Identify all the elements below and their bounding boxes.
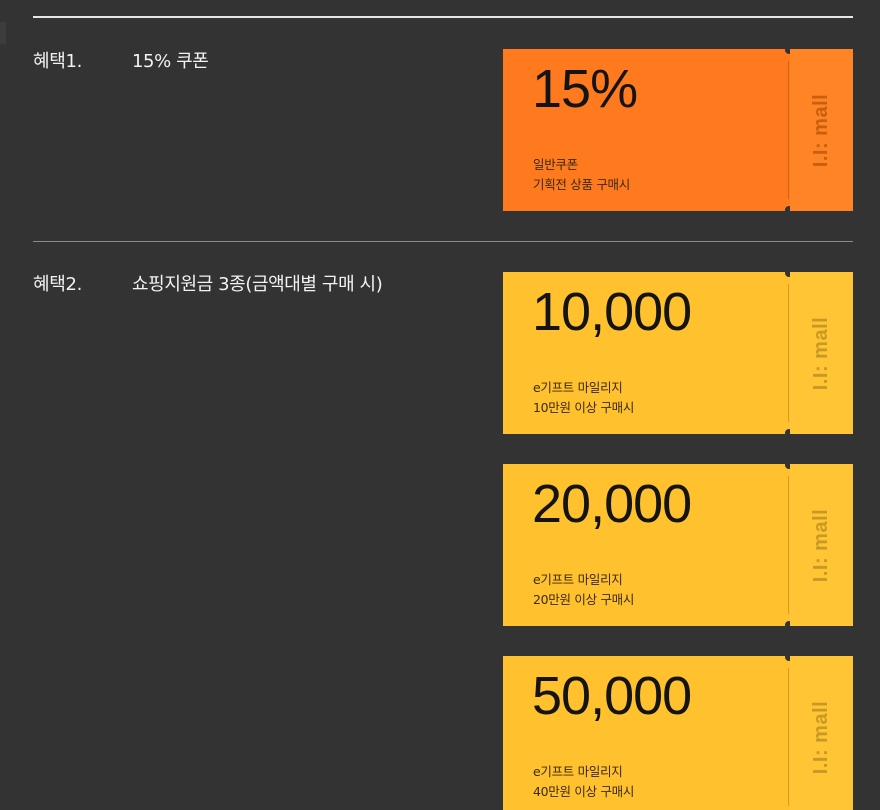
coupon-amount: 50,000 bbox=[532, 666, 692, 726]
coupon-15-percent[interactable]: 15% 일반쿠폰 기획전 상품 구매시 I.I: mall bbox=[503, 49, 853, 211]
coupon-description: e기프트 마일리지 10만원 이상 구매시 bbox=[533, 378, 634, 418]
section-divider bbox=[33, 241, 853, 242]
brand-logo: I.I: mall bbox=[810, 93, 833, 167]
brand-logo: I.I: mall bbox=[810, 700, 833, 774]
benefit-1-number: 혜택1. bbox=[33, 51, 83, 72]
benefit-2-number: 혜택2. bbox=[33, 274, 83, 295]
edge-marker bbox=[0, 22, 6, 44]
benefits-page: 혜택1. 15% 쿠폰 15% 일반쿠폰 기획전 상품 구매시 I.I: mal… bbox=[0, 0, 880, 810]
coupon-body: 50,000 e기프트 마일리지 40만원 이상 구매시 bbox=[503, 656, 788, 810]
coupon-type: e기프트 마일리지 bbox=[533, 764, 623, 779]
coupon-description: 일반쿠폰 기획전 상품 구매시 bbox=[533, 155, 630, 195]
coupon-condition: 40만원 이상 구매시 bbox=[533, 784, 635, 799]
coupon-amount: 20,000 bbox=[532, 474, 692, 534]
coupon-condition: 기획전 상품 구매시 bbox=[533, 177, 630, 192]
coupon-body: 20,000 e기프트 마일리지 20만원 이상 구매시 bbox=[503, 464, 788, 626]
coupon-stub: I.I: mall bbox=[790, 656, 853, 810]
coupon-20000[interactable]: 20,000 e기프트 마일리지 20만원 이상 구매시 I.I: mall bbox=[503, 464, 853, 626]
coupon-type: 일반쿠폰 bbox=[533, 157, 578, 172]
coupon-condition: 20만원 이상 구매시 bbox=[533, 592, 635, 607]
brand-logo: I.I: mall bbox=[810, 508, 833, 582]
coupon-stub: I.I: mall bbox=[790, 49, 853, 211]
benefit-2-title: 쇼핑지원금 3종(금액대별 구매 시) bbox=[132, 274, 383, 295]
coupon-50000[interactable]: 50,000 e기프트 마일리지 40만원 이상 구매시 I.I: mall bbox=[503, 656, 853, 810]
coupon-stub: I.I: mall bbox=[790, 272, 853, 434]
coupon-type: e기프트 마일리지 bbox=[533, 380, 623, 395]
coupon-description: e기프트 마일리지 20만원 이상 구매시 bbox=[533, 570, 634, 610]
coupon-10000[interactable]: 10,000 e기프트 마일리지 10만원 이상 구매시 I.I: mall bbox=[503, 272, 853, 434]
coupon-type: e기프트 마일리지 bbox=[533, 572, 623, 587]
brand-logo: I.I: mall bbox=[810, 316, 833, 390]
coupon-description: e기프트 마일리지 40만원 이상 구매시 bbox=[533, 762, 634, 802]
coupon-stub: I.I: mall bbox=[790, 464, 853, 626]
benefit-1-title: 15% 쿠폰 bbox=[132, 51, 209, 72]
coupon-condition: 10만원 이상 구매시 bbox=[533, 400, 635, 415]
coupon-body: 15% 일반쿠폰 기획전 상품 구매시 bbox=[503, 49, 788, 211]
top-divider bbox=[33, 16, 853, 18]
coupon-body: 10,000 e기프트 마일리지 10만원 이상 구매시 bbox=[503, 272, 788, 434]
coupon-amount: 10,000 bbox=[532, 282, 692, 342]
coupon-amount: 15% bbox=[532, 59, 638, 119]
